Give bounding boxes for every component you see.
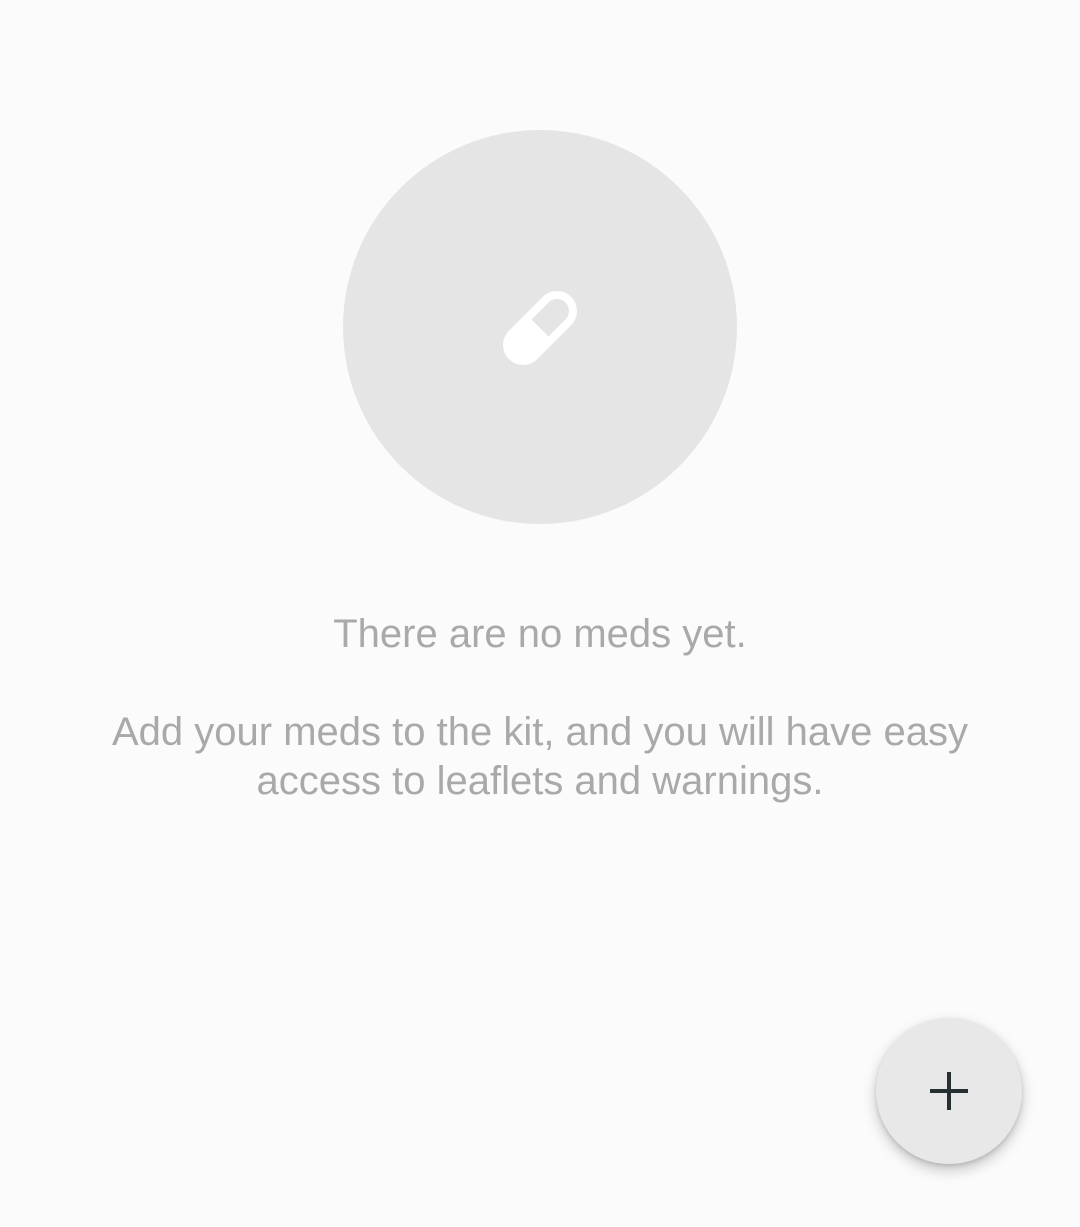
empty-description: Add your meds to the kit, and you will h… xyxy=(111,710,968,803)
plus-icon xyxy=(930,1072,968,1110)
empty-title: There are no meds yet. xyxy=(333,612,747,656)
add-med-button[interactable] xyxy=(876,1018,1022,1164)
pill-icon xyxy=(503,291,577,365)
